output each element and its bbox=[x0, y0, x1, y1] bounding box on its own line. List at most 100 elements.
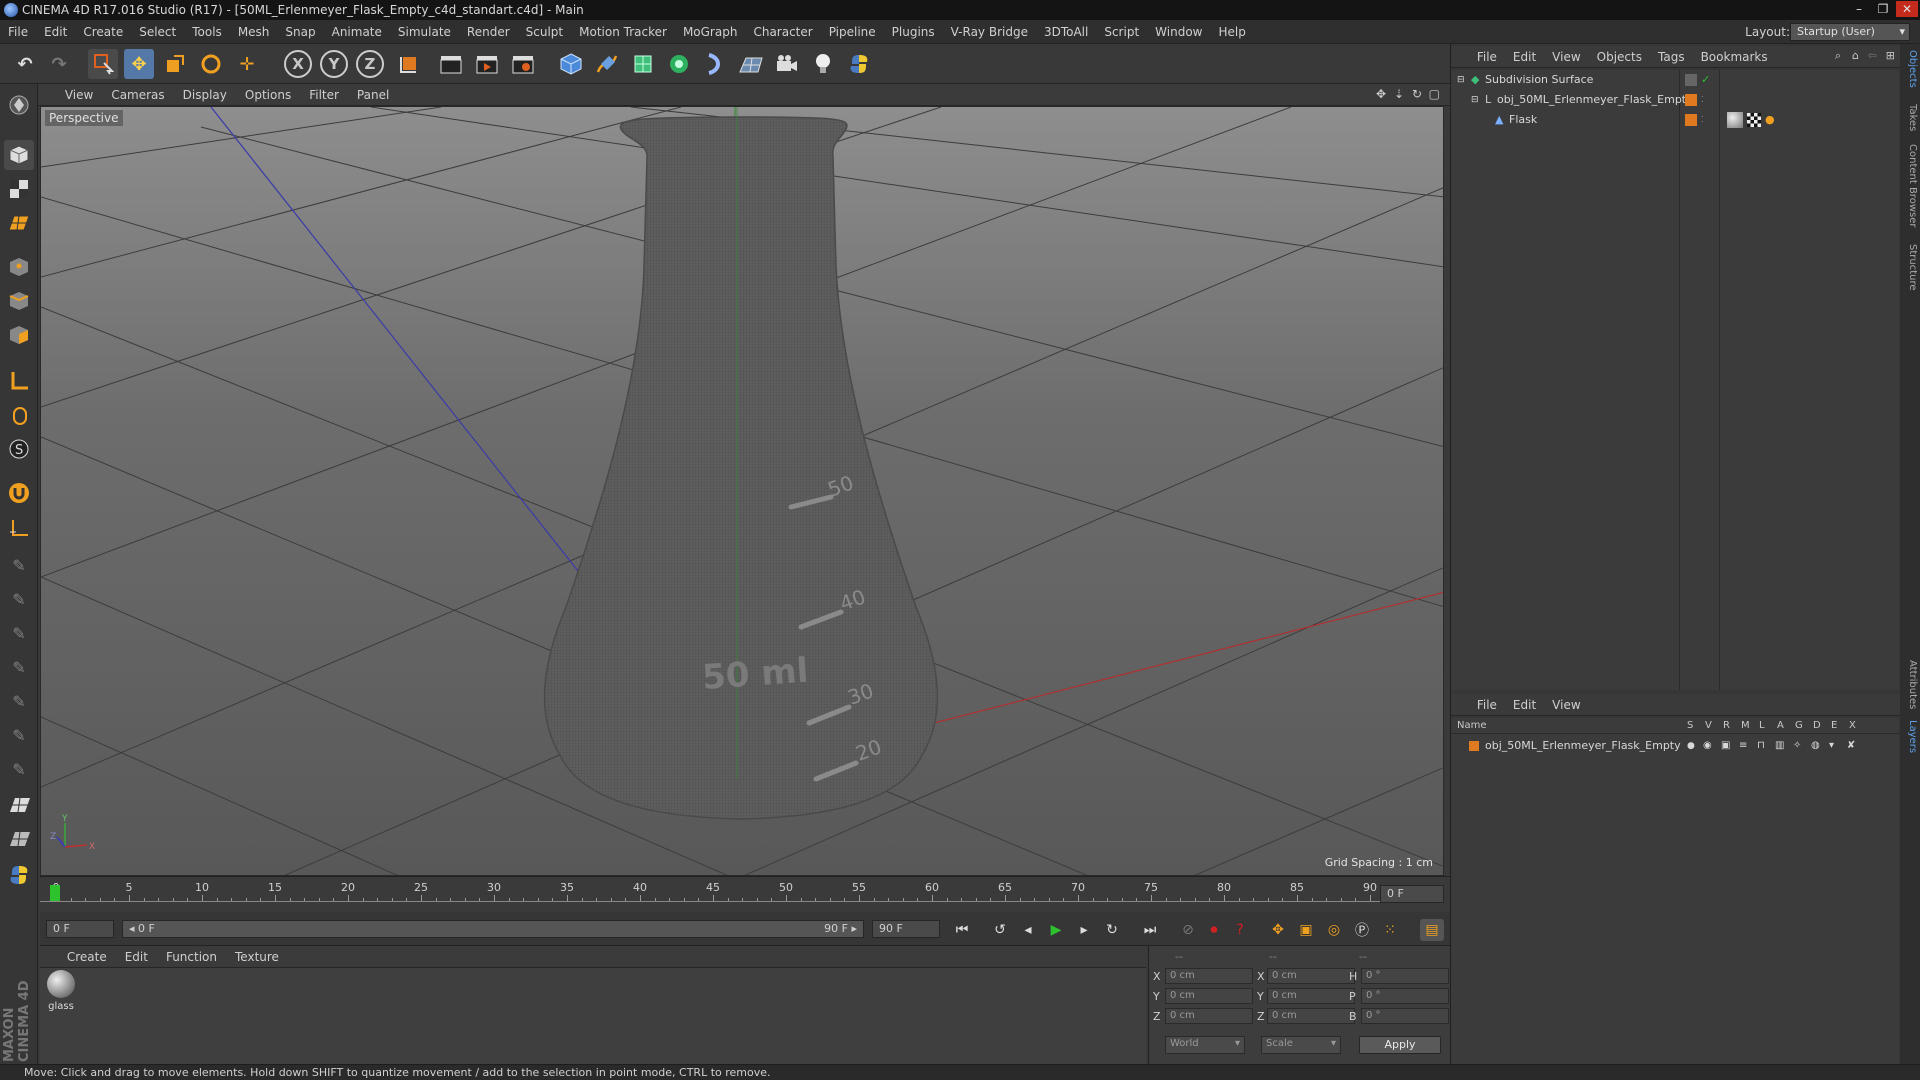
sculpt-tool-3-button[interactable]: ✎ bbox=[4, 618, 34, 648]
vp-menu-view[interactable]: View bbox=[56, 84, 102, 106]
rot-h-field[interactable]: 0 ° bbox=[1361, 968, 1449, 984]
object-row-subdivision[interactable]: ⊟ ◆ Subdivision Surface ✓ bbox=[1451, 70, 1901, 90]
playhead[interactable] bbox=[50, 885, 60, 901]
om-menu-file[interactable]: File bbox=[1469, 46, 1505, 68]
x-axis-lock-button[interactable]: X bbox=[284, 50, 312, 78]
rot-p-field[interactable]: 0 ° bbox=[1361, 988, 1449, 1004]
rotate-view-icon[interactable]: ↻ bbox=[1412, 87, 1422, 101]
key-rotation-button[interactable]: ◎ bbox=[1322, 919, 1346, 941]
light-button[interactable] bbox=[808, 49, 838, 79]
render-view-button[interactable] bbox=[436, 49, 466, 79]
layout-dropdown[interactable]: Startup (User) ▾ bbox=[1790, 23, 1910, 41]
menu-simulate[interactable]: Simulate bbox=[390, 20, 459, 44]
tweak-mode-button[interactable] bbox=[4, 400, 34, 430]
lock-icon[interactable]: ⊓ bbox=[1757, 736, 1765, 756]
rotate-tool-button[interactable] bbox=[196, 49, 226, 79]
start-frame-field[interactable]: 0 F bbox=[46, 920, 114, 938]
tab-content-browser[interactable]: Content Browser bbox=[1902, 144, 1918, 227]
live-selection-button[interactable] bbox=[88, 49, 118, 79]
deformer-icon[interactable]: ◍ bbox=[1811, 736, 1820, 756]
om-menu-objects[interactable]: Objects bbox=[1589, 46, 1650, 68]
sculpt-tool-5-button[interactable]: ✎ bbox=[4, 686, 34, 716]
vp-menu-filter[interactable]: Filter bbox=[300, 84, 348, 106]
end-frame-field[interactable]: 90 F bbox=[872, 920, 940, 938]
edges-mode-button[interactable] bbox=[4, 286, 34, 316]
vp-menu-cameras[interactable]: Cameras bbox=[102, 84, 173, 106]
mat-menu-function[interactable]: Function bbox=[157, 946, 226, 968]
sculpt-tool-6-button[interactable]: ✎ bbox=[4, 720, 34, 750]
current-frame-field[interactable]: 0 F bbox=[1380, 885, 1444, 903]
back-icon[interactable]: ⇦ bbox=[1868, 49, 1877, 62]
lm-menu-view[interactable]: View bbox=[1544, 694, 1588, 716]
frame-range-slider[interactable]: ◂ 0 F 90 F ▸ bbox=[122, 920, 864, 938]
menu-mograph[interactable]: MoGraph bbox=[675, 20, 746, 44]
next-keyframe-button[interactable]: ↻ bbox=[1100, 919, 1124, 941]
pos-x-field[interactable]: 0 cm bbox=[1165, 968, 1253, 984]
tab-takes[interactable]: Takes bbox=[1902, 104, 1918, 131]
rot-b-field[interactable]: 0 ° bbox=[1361, 1008, 1449, 1024]
minimize-button[interactable]: – bbox=[1848, 1, 1870, 17]
tab-objects[interactable]: Objects bbox=[1902, 50, 1918, 88]
om-menu-bookmarks[interactable]: Bookmarks bbox=[1693, 46, 1776, 68]
key-pla-button[interactable]: ⁙ bbox=[1378, 919, 1402, 941]
sculpt-grid-button[interactable] bbox=[4, 790, 34, 820]
sculpt-tool-4-button[interactable]: ✎ bbox=[4, 652, 34, 682]
render-picture-viewer-button[interactable] bbox=[472, 49, 502, 79]
sculpt-tool-7-button[interactable]: ✎ bbox=[4, 754, 34, 784]
close-button[interactable]: ✕ bbox=[1896, 1, 1918, 17]
menu-select[interactable]: Select bbox=[131, 20, 184, 44]
menu-character[interactable]: Character bbox=[745, 20, 820, 44]
menu-tools[interactable]: Tools bbox=[184, 20, 230, 44]
menu-pipeline[interactable]: Pipeline bbox=[821, 20, 884, 44]
home-icon[interactable]: ⌂ bbox=[1852, 49, 1859, 62]
redo-button[interactable]: ↷ bbox=[44, 49, 74, 79]
sculpt-tool-1-button[interactable]: ✎ bbox=[4, 550, 34, 580]
key-parameter-button[interactable]: Ⓟ bbox=[1350, 919, 1374, 941]
collapse-icon[interactable]: ⊟ bbox=[1471, 90, 1479, 110]
size-z-field[interactable]: 0 cm bbox=[1267, 1008, 1355, 1024]
om-menu-edit[interactable]: Edit bbox=[1505, 46, 1544, 68]
key-scale-button[interactable]: ▣ bbox=[1294, 919, 1318, 941]
menu-plugins[interactable]: Plugins bbox=[884, 20, 943, 44]
spline-pen-button[interactable] bbox=[592, 49, 622, 79]
cube-object-button[interactable] bbox=[556, 49, 586, 79]
y-axis-lock-button[interactable]: Y bbox=[320, 50, 348, 78]
pos-z-field[interactable]: 0 cm bbox=[1165, 1008, 1253, 1024]
size-mode-dropdown[interactable]: Scale ▾ bbox=[1261, 1036, 1341, 1054]
coordinate-mode-dropdown[interactable]: World ▾ bbox=[1165, 1036, 1245, 1054]
phong-tag-icon[interactable]: ● bbox=[1765, 110, 1775, 130]
go-to-start-button[interactable]: ⏮ bbox=[950, 919, 974, 941]
render-clapper-icon[interactable]: ▣ bbox=[1721, 736, 1730, 756]
floor-button[interactable] bbox=[736, 49, 766, 79]
object-row-flask-null[interactable]: ⊟ L obj_50ML_Erlenmeyer_Flask_Empty ⁚ bbox=[1451, 90, 1901, 110]
layer-swatch[interactable] bbox=[1685, 74, 1697, 86]
autokey-button[interactable]: ? bbox=[1228, 919, 1252, 941]
check-icon[interactable]: ✓ bbox=[1701, 70, 1710, 90]
viewport-scene[interactable]: 50 ml 50 40 30 20 Y X Z bbox=[41, 107, 1444, 876]
workplane-mode-button[interactable] bbox=[4, 208, 34, 238]
eye-icon[interactable]: ◉ bbox=[1703, 736, 1712, 756]
mat-menu-create[interactable]: Create bbox=[58, 946, 116, 968]
collapse-icon[interactable]: ⊟ bbox=[1457, 70, 1465, 90]
menu-vray-bridge[interactable]: V-Ray Bridge bbox=[943, 20, 1036, 44]
menu-create[interactable]: Create bbox=[75, 20, 131, 44]
axis-mode-button[interactable] bbox=[4, 366, 34, 396]
mat-menu-edit[interactable]: Edit bbox=[116, 946, 157, 968]
om-menu-tags[interactable]: Tags bbox=[1650, 46, 1693, 68]
tab-attributes[interactable]: Attributes bbox=[1902, 660, 1918, 709]
zoom-view-icon[interactable]: ⇣ bbox=[1394, 87, 1404, 101]
camera-label[interactable]: Perspective bbox=[45, 110, 123, 126]
tab-layers[interactable]: Layers bbox=[1902, 720, 1918, 753]
menu-script[interactable]: Script bbox=[1096, 20, 1147, 44]
perspective-viewport[interactable]: 50 ml 50 40 30 20 Y X Z Perspective Grid… bbox=[40, 106, 1444, 876]
maximize-button[interactable]: ❐ bbox=[1872, 1, 1894, 17]
solo-icon[interactable]: ● bbox=[1687, 736, 1695, 756]
menu-window[interactable]: Window bbox=[1147, 20, 1210, 44]
om-menu-view[interactable]: View bbox=[1544, 46, 1588, 68]
play-button[interactable]: ▶ bbox=[1044, 919, 1068, 941]
menu-edit[interactable]: Edit bbox=[36, 20, 75, 44]
maximize-view-icon[interactable]: ▢ bbox=[1429, 87, 1440, 101]
python-script-button[interactable] bbox=[844, 49, 874, 79]
previous-keyframe-button[interactable]: ↺ bbox=[988, 919, 1012, 941]
size-x-field[interactable]: 0 cm bbox=[1267, 968, 1355, 984]
